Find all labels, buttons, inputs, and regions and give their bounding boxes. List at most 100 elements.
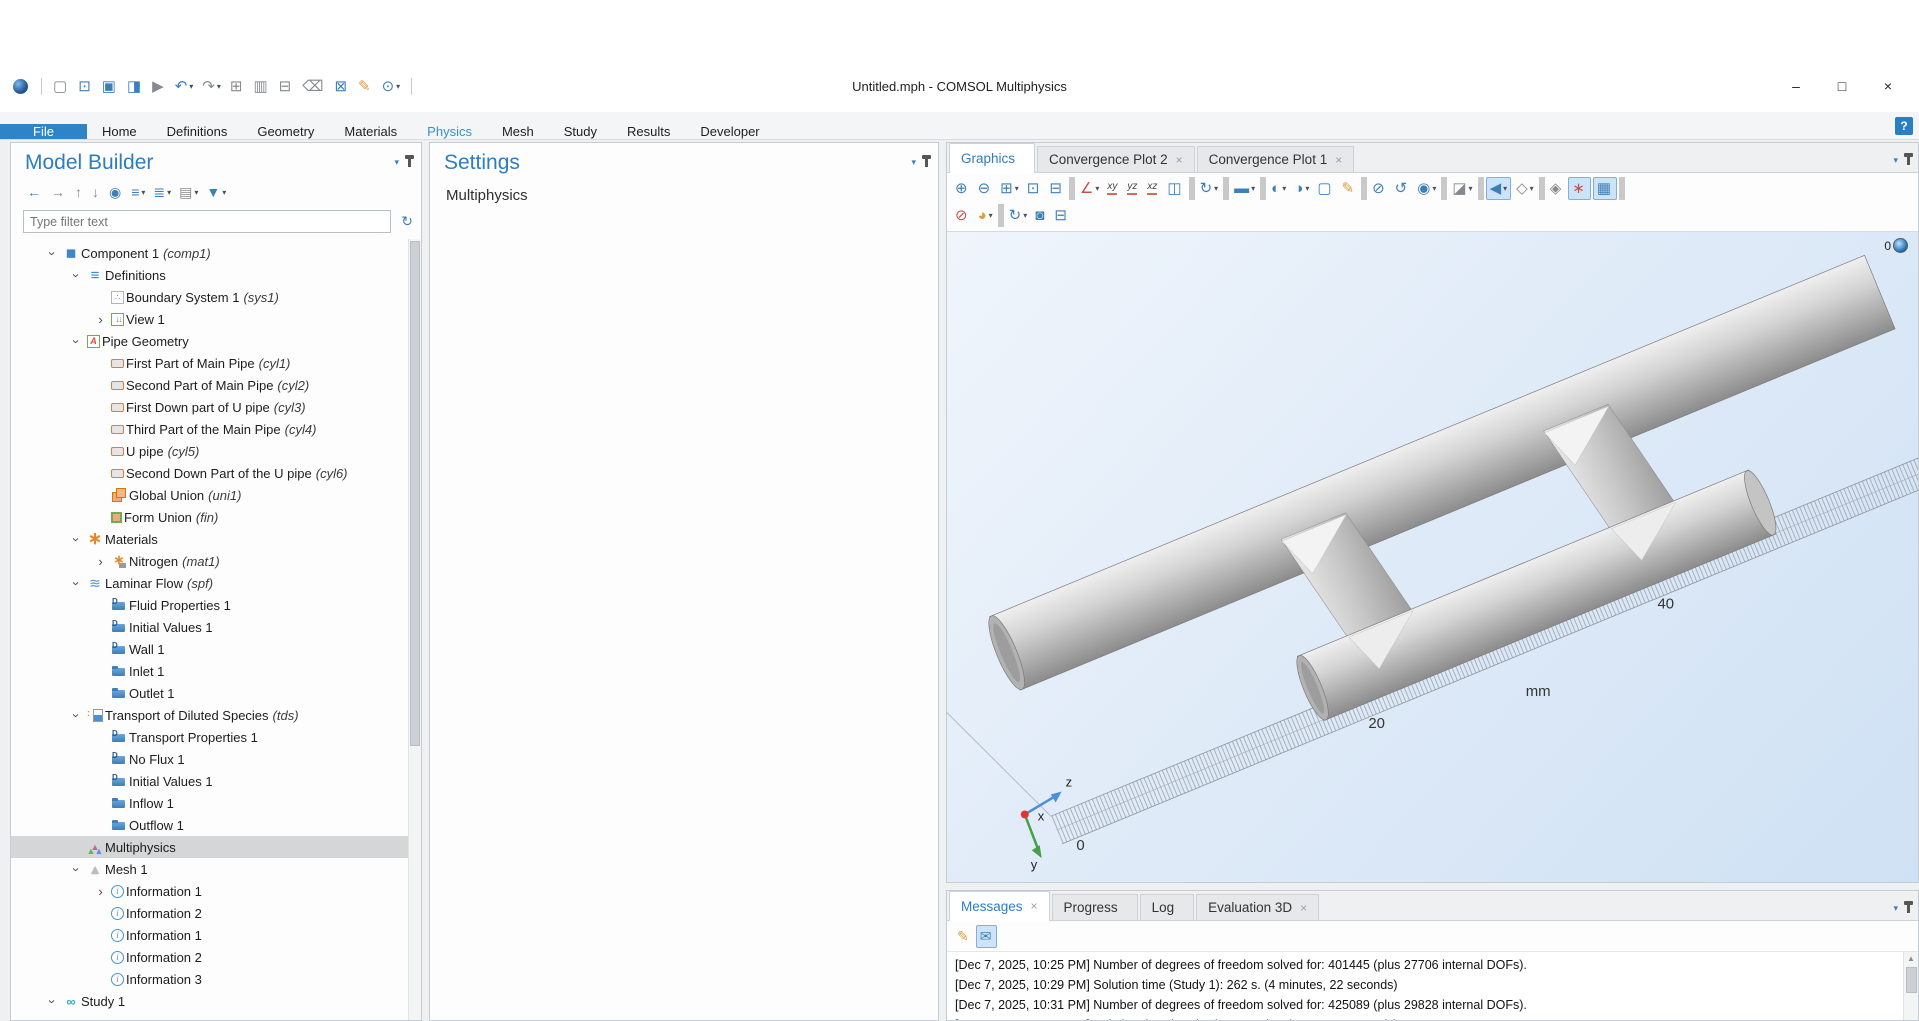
panel-pin-icon[interactable] bbox=[408, 159, 411, 167]
deselect-box-button[interactable]: ✎ bbox=[1339, 177, 1360, 200]
paste-button[interactable]: ▥ bbox=[250, 74, 272, 98]
print-button[interactable]: ⊟ bbox=[1051, 204, 1072, 227]
move-down-button[interactable]: ↓ bbox=[88, 180, 105, 204]
open-file-button[interactable]: ⊡ bbox=[75, 74, 96, 98]
tree-expand-chevron-icon[interactable] bbox=[70, 532, 83, 547]
messages-tab[interactable]: Progress bbox=[1052, 894, 1138, 920]
update-plot-button[interactable]: ↻ ▾ bbox=[1006, 204, 1031, 227]
select-box-button[interactable]: ▢ bbox=[1314, 177, 1336, 200]
tree-item[interactable]: Initial Values 1 bbox=[11, 616, 421, 638]
tree-filter-input[interactable] bbox=[23, 210, 391, 233]
panel-pin-icon[interactable] bbox=[925, 159, 928, 167]
tree-item[interactable]: Study 1 bbox=[11, 990, 421, 1012]
tree-item[interactable]: Information 2 bbox=[11, 946, 421, 968]
move-up-button[interactable]: ↑ bbox=[71, 180, 88, 204]
minimize-button[interactable]: – bbox=[1773, 71, 1819, 101]
ribbon-tab[interactable]: Definitions bbox=[152, 124, 243, 139]
view-yz-button[interactable]: yz bbox=[1124, 177, 1142, 200]
tree-item[interactable]: View 1 bbox=[11, 308, 421, 330]
panel-menu-caret-icon[interactable]: ▾ bbox=[911, 157, 916, 168]
messages-tab[interactable]: Log bbox=[1140, 894, 1195, 920]
tree-item[interactable]: First Part of Main Pipe (cyl1) bbox=[11, 352, 421, 374]
back-button[interactable]: ← bbox=[23, 180, 47, 204]
ribbon-tab[interactable]: Physics bbox=[412, 124, 487, 139]
go-to-view-button[interactable]: ∠ ▾ bbox=[1077, 177, 1102, 200]
view-hidden-button[interactable]: ◉ ▾ bbox=[1414, 177, 1439, 200]
tab-close-icon[interactable]: × bbox=[1176, 153, 1183, 167]
rotate-button[interactable]: ↻ ▾ bbox=[1197, 177, 1222, 200]
image-snapshot-button[interactable]: ◙ bbox=[1032, 204, 1049, 227]
tree-item[interactable]: U pipe (cyl5) bbox=[11, 440, 421, 462]
clear-plot-button[interactable]: ⊘ bbox=[952, 204, 973, 227]
tree-expand-chevron-icon[interactable] bbox=[46, 994, 59, 1009]
copy-button[interactable]: ⊞ bbox=[227, 74, 248, 98]
tree-item[interactable]: Information 1 bbox=[11, 924, 421, 946]
view-xy-button[interactable]: xy bbox=[1104, 177, 1122, 200]
color-theme-button[interactable]: ◕ ▾ bbox=[975, 204, 996, 227]
brush-select-button[interactable]: ✎ bbox=[355, 74, 376, 98]
tree-expand-chevron-icon[interactable] bbox=[70, 334, 83, 349]
collapse-all-button[interactable]: ≡ ▾ bbox=[127, 180, 149, 204]
ribbon-tab[interactable]: Geometry bbox=[242, 124, 329, 139]
hide-objects-button[interactable]: ⊘ bbox=[1369, 177, 1390, 200]
scroll-up-icon[interactable]: ▲ bbox=[1904, 952, 1918, 966]
email-report-button[interactable]: ✉ bbox=[976, 925, 998, 948]
tree-item[interactable]: Pipe Geometry bbox=[11, 330, 421, 352]
duplicate-button[interactable]: ⊟ bbox=[276, 74, 297, 98]
tree-item[interactable]: Mesh 1 bbox=[11, 858, 421, 880]
tree-item[interactable]: Transport Properties 1 bbox=[11, 726, 421, 748]
tree-item[interactable]: Global Union (uni1) bbox=[11, 484, 421, 506]
application-menu-icon[interactable]: ● bbox=[10, 74, 33, 98]
delete-button[interactable]: ⌫ bbox=[299, 74, 328, 98]
pipe-geometry-model[interactable] bbox=[947, 233, 1918, 873]
zoom-extents-button[interactable]: ⊡ bbox=[1024, 177, 1045, 200]
reset-hiding-button[interactable]: ↺ bbox=[1392, 177, 1413, 200]
ribbon-tab[interactable]: Developer bbox=[685, 124, 774, 139]
tree-item[interactable]: Wall 1 bbox=[11, 638, 421, 660]
tree-item[interactable]: Multiphysics bbox=[11, 836, 421, 858]
run-button[interactable]: ▶ bbox=[149, 74, 169, 98]
clear-messages-button[interactable]: ✎ bbox=[954, 925, 974, 948]
zoom-to-selection-button[interactable]: ⊟ bbox=[1046, 177, 1067, 200]
tree-item[interactable]: Information 2 bbox=[11, 902, 421, 924]
tree-scrollbar[interactable] bbox=[408, 239, 421, 1020]
orthographic-projection-button[interactable]: ◫ bbox=[1164, 177, 1186, 200]
color-button[interactable]: ▬ ▾ bbox=[1231, 177, 1258, 200]
select-region-button[interactable]: ⊠ bbox=[331, 74, 352, 98]
tab-close-icon[interactable]: × bbox=[1031, 899, 1038, 913]
ribbon-tab[interactable]: Home bbox=[87, 124, 152, 139]
default-3d-view-button[interactable]: ◀ ▾ bbox=[1486, 177, 1512, 200]
forward-button[interactable]: → bbox=[47, 180, 71, 204]
close-button[interactable]: × bbox=[1865, 71, 1911, 101]
tree-item[interactable]: No Flux 1 bbox=[11, 748, 421, 770]
tree-item[interactable]: Second Part of Main Pipe (cyl2) bbox=[11, 374, 421, 396]
ribbon-tab[interactable]: Mesh bbox=[487, 124, 549, 139]
tree-item[interactable]: Information 1 bbox=[11, 880, 421, 902]
ribbon-tab[interactable]: Study bbox=[549, 124, 612, 139]
model-tree-node-text-button[interactable]: ▤ ▾ bbox=[175, 180, 202, 204]
messages-scrollbar[interactable]: ▲ bbox=[1903, 952, 1918, 1020]
ribbon-tab[interactable]: File bbox=[0, 124, 87, 139]
tab-close-icon[interactable]: × bbox=[1335, 153, 1342, 167]
view-xz-button[interactable]: xz bbox=[1144, 177, 1162, 200]
zoom-box-button[interactable]: ⊞ ▾ bbox=[997, 177, 1022, 200]
tree-item[interactable]: Inflow 1 bbox=[11, 792, 421, 814]
camera-lens-icon[interactable] bbox=[1893, 238, 1908, 253]
tree-item[interactable]: Laminar Flow (spf) bbox=[11, 572, 421, 594]
scene-light-button[interactable]: ◇ ▾ bbox=[1513, 177, 1537, 200]
tree-expand-chevron-icon[interactable] bbox=[70, 268, 83, 283]
find-button[interactable]: ⊙ ▾ bbox=[379, 74, 404, 98]
tree-item[interactable]: Materials bbox=[11, 528, 421, 550]
ribbon-tab[interactable]: Materials bbox=[329, 124, 412, 139]
clip-plane-button[interactable]: ◪ ▾ bbox=[1449, 177, 1475, 200]
tree-item[interactable]: Component 1 (comp1) bbox=[11, 242, 421, 264]
show-options-button[interactable]: ◉ bbox=[105, 180, 127, 204]
graphics-tab[interactable]: Convergence Plot 1 × bbox=[1197, 146, 1355, 172]
tree-item[interactable]: First Down part of U pipe (cyl3) bbox=[11, 396, 421, 418]
messages-tab[interactable]: Evaluation 3D × bbox=[1196, 894, 1319, 920]
panel-menu-caret-icon[interactable]: ▾ bbox=[1893, 155, 1898, 166]
graphics-tab[interactable]: Graphics bbox=[949, 143, 1035, 173]
refresh-filter-icon[interactable]: ↻ bbox=[401, 213, 413, 230]
tree-expand-chevron-icon[interactable] bbox=[93, 555, 108, 568]
tree-expand-chevron-icon[interactable] bbox=[70, 708, 83, 723]
